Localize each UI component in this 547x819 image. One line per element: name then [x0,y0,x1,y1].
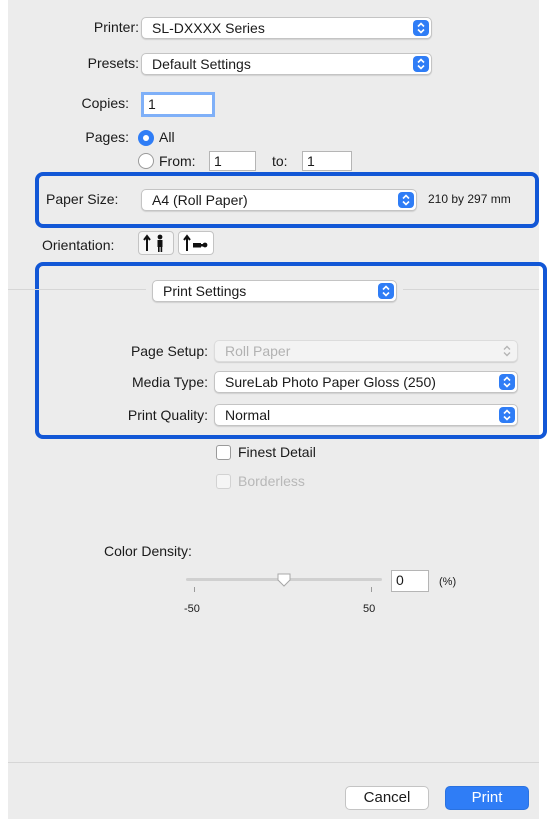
section-separator-left [8,289,146,290]
chevron-updown-icon [378,283,394,299]
page-setup-label: Page Setup: [130,343,208,359]
section-select[interactable]: Print Settings [152,280,397,302]
media-type-select[interactable]: SureLab Photo Paper Gloss (250) [214,371,518,393]
printer-label: Printer: [93,19,139,35]
orientation-label: Orientation: [42,237,115,253]
print-quality-select-value: Normal [225,407,271,423]
presets-select-value: Default Settings [152,56,251,72]
landscape-icon [183,234,208,251]
color-density-field[interactable]: 0 [391,570,429,592]
pages-from-label: From: [159,153,196,169]
chevron-updown-icon [413,20,429,36]
orientation-portrait-button[interactable] [138,231,174,255]
printer-select-value: SL-DXXXX Series [152,20,265,36]
cancel-button[interactable]: Cancel [345,786,429,810]
color-density-label: Color Density: [104,543,192,559]
presets-select[interactable]: Default Settings [141,53,432,75]
section-select-value: Print Settings [163,283,247,299]
pages-to-field[interactable]: 1 [302,151,352,171]
slider-thumb-icon[interactable] [276,572,292,588]
paper-size-dimensions: 210 by 297 mm [428,192,511,206]
paper-size-select[interactable]: A4 (Roll Paper) [141,189,417,211]
color-density-min-label: -50 [184,603,200,615]
copies-label: Copies: [81,95,129,111]
print-quality-label: Print Quality: [127,407,208,423]
paper-size-select-value: A4 (Roll Paper) [152,192,248,208]
copies-field[interactable]: 1 [141,92,215,117]
media-type-select-value: SureLab Photo Paper Gloss (250) [225,374,436,390]
color-density-max-label: 50 [363,603,376,615]
media-type-label: Media Type: [131,374,208,390]
portrait-icon [143,234,163,252]
finest-detail-label: Finest Detail [238,444,316,460]
borderless-checkbox[interactable] [216,474,231,489]
tick-max [371,587,372,592]
borderless-label: Borderless [238,473,305,489]
pages-label: Pages: [85,129,129,145]
pages-from-radio[interactable] [138,153,154,169]
orientation-landscape-button[interactable] [178,231,214,255]
chevron-updown-icon [499,374,515,390]
color-density-slider[interactable] [186,570,382,592]
tick-min [194,587,195,592]
pages-to-label: to: [272,153,288,169]
chevron-updown-icon [398,192,414,208]
print-quality-select[interactable]: Normal [214,404,518,426]
print-button[interactable]: Print [445,786,529,810]
printer-select[interactable]: SL-DXXXX Series [141,17,432,39]
pages-from-field[interactable]: 1 [209,151,256,171]
pages-all-radio[interactable] [138,130,154,146]
print-dialog: Printer: SL-DXXXX Series Presets: Defaul… [8,0,547,819]
pages-all-label: All [159,129,175,145]
paper-size-label: Paper Size: [46,191,119,207]
chevron-updown-icon [413,56,429,72]
chevron-updown-icon [499,407,515,423]
page-setup-select-value: Roll Paper [225,343,291,359]
footer-separator [8,762,539,763]
chevron-updown-icon [499,343,515,359]
section-separator-right [403,289,539,290]
color-density-unit: (%) [439,576,457,588]
finest-detail-checkbox[interactable] [216,445,231,460]
presets-label: Presets: [87,55,139,71]
page-setup-select[interactable]: Roll Paper [214,340,518,362]
